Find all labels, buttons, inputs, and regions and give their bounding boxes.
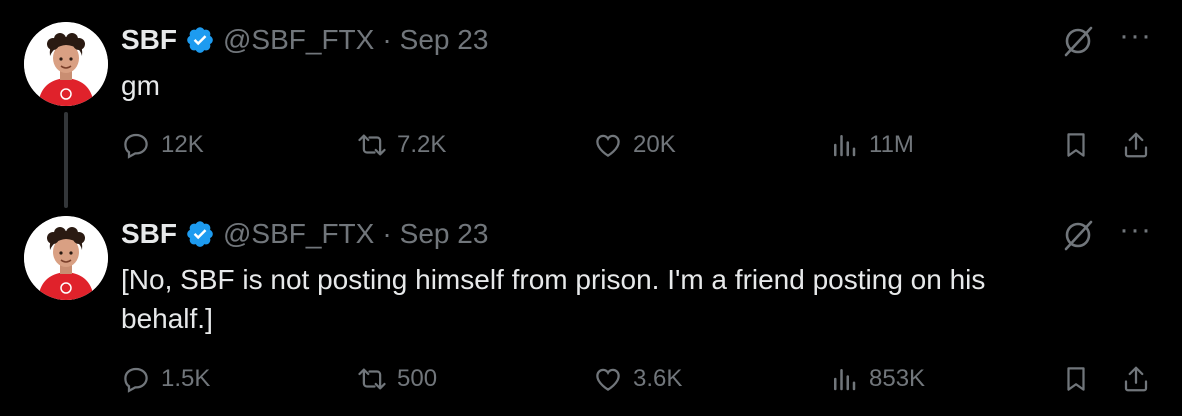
reply-count: 12K bbox=[161, 131, 204, 158]
view-count: 853K bbox=[869, 365, 926, 392]
tweet-date[interactable]: Sep 23 bbox=[400, 218, 489, 250]
grok-icon[interactable] bbox=[1061, 24, 1095, 58]
like-button[interactable]: 3.6K bbox=[593, 364, 682, 394]
share-icon bbox=[1124, 132, 1148, 158]
repost-button[interactable]: 7.2K bbox=[357, 130, 446, 160]
grok-icon[interactable] bbox=[1061, 218, 1095, 252]
separator-dot: · bbox=[382, 24, 392, 55]
view-count: 11M bbox=[869, 131, 914, 158]
avatar-image bbox=[24, 216, 108, 300]
bookmark-button[interactable] bbox=[1061, 130, 1091, 160]
tweet-actions: 1.5K 500 3.6K 853K bbox=[121, 364, 1161, 404]
tweet-actions: 12K 7.2K 20K 11M bbox=[121, 130, 1161, 170]
like-icon bbox=[596, 368, 620, 391]
more-icon[interactable]: ··· bbox=[1119, 215, 1152, 250]
verified-badge-icon[interactable] bbox=[185, 219, 215, 249]
like-icon bbox=[596, 134, 620, 157]
bookmark-icon bbox=[1067, 133, 1085, 157]
display-name[interactable]: SBF bbox=[121, 218, 177, 250]
reply-button[interactable]: 12K bbox=[121, 130, 204, 160]
tweet-text: gm bbox=[121, 70, 160, 101]
tweet-date[interactable]: Sep 23 bbox=[400, 24, 489, 56]
views-icon bbox=[834, 135, 856, 157]
thread-line bbox=[64, 112, 68, 208]
views-button[interactable]: 853K bbox=[829, 364, 925, 394]
tweet-top-icons: ··· bbox=[1061, 21, 1152, 58]
tweet-text: [No, SBF is not posting himself from pri… bbox=[121, 264, 986, 334]
avatar-image bbox=[24, 22, 108, 106]
tweet-2[interactable]: SBF @SBF_FTX · Sep 23 ··· [No, SBF is no… bbox=[0, 200, 1182, 416]
like-count: 3.6K bbox=[633, 365, 683, 392]
bookmark-icon bbox=[1067, 367, 1085, 391]
handle[interactable]: @SBF_FTX bbox=[223, 24, 374, 56]
share-button[interactable] bbox=[1121, 130, 1151, 160]
views-button[interactable]: 11M bbox=[829, 130, 914, 160]
repost-button[interactable]: 500 bbox=[357, 364, 437, 394]
reply-icon bbox=[124, 367, 148, 393]
bookmark-button[interactable] bbox=[1061, 364, 1091, 394]
reply-icon bbox=[124, 133, 148, 159]
like-count: 20K bbox=[633, 131, 676, 158]
more-icon[interactable]: ··· bbox=[1119, 21, 1152, 56]
tweet-header: SBF @SBF_FTX · Sep 23 bbox=[121, 22, 488, 58]
share-button[interactable] bbox=[1121, 364, 1151, 394]
separator-dot: · bbox=[382, 218, 392, 249]
reply-count: 1.5K bbox=[161, 365, 211, 392]
tweet-header: SBF @SBF_FTX · Sep 23 bbox=[121, 216, 488, 252]
handle[interactable]: @SBF_FTX bbox=[223, 218, 374, 250]
repost-icon bbox=[358, 368, 386, 390]
like-button[interactable]: 20K bbox=[593, 130, 676, 160]
views-icon bbox=[834, 369, 856, 391]
repost-icon bbox=[358, 134, 386, 156]
repost-count: 500 bbox=[397, 365, 438, 392]
avatar[interactable] bbox=[24, 216, 108, 300]
reply-button[interactable]: 1.5K bbox=[121, 364, 210, 394]
tweet-top-icons: ··· bbox=[1061, 215, 1152, 252]
repost-count: 7.2K bbox=[397, 131, 447, 158]
tweet-1[interactable]: SBF @SBF_FTX · Sep 23 ··· gm 12K 7.2K 20… bbox=[0, 0, 1182, 208]
display-name[interactable]: SBF bbox=[121, 24, 177, 56]
avatar[interactable] bbox=[24, 22, 108, 106]
verified-badge-icon[interactable] bbox=[185, 25, 215, 55]
share-icon bbox=[1124, 366, 1148, 392]
